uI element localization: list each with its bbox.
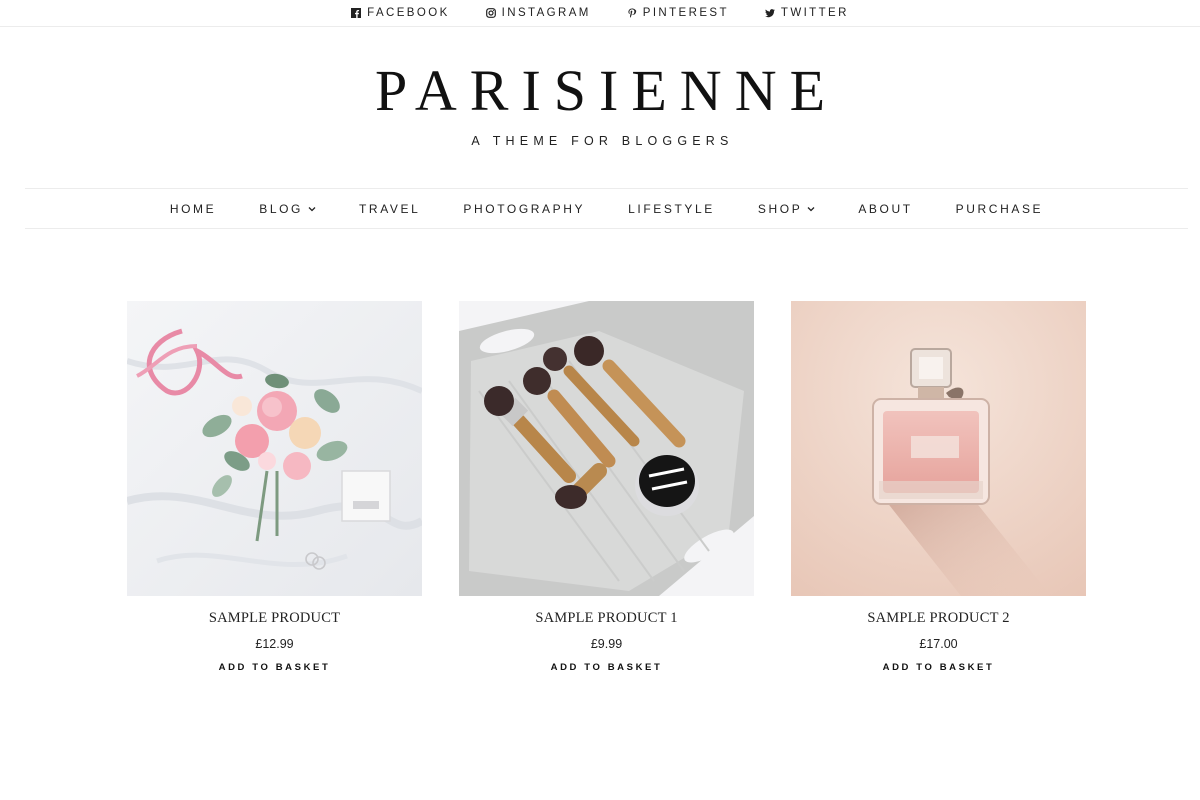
nav-item-blog[interactable]: BLOG: [259, 202, 316, 216]
product-price: £12.99: [255, 637, 294, 651]
product-card: SAMPLE PRODUCT £12.99 ADD TO BASKET: [127, 301, 422, 675]
perfume-bottle-photo[interactable]: [791, 301, 1086, 596]
nav-item-home[interactable]: HOME: [170, 202, 216, 216]
product-price: £17.00: [919, 637, 958, 651]
pinterest-icon: [628, 8, 636, 18]
add-to-basket-button[interactable]: ADD TO BASKET: [883, 662, 995, 673]
add-to-basket-button[interactable]: ADD TO BASKET: [219, 662, 331, 673]
social-label: INSTAGRAM: [501, 7, 591, 19]
flower-bouquet-photo[interactable]: [127, 301, 422, 596]
chevron-down-icon: [308, 206, 316, 211]
makeup-brushes-photo[interactable]: [459, 301, 754, 596]
product-card: SAMPLE PRODUCT 2 £17.00 ADD TO BASKET: [791, 301, 1086, 675]
nav-item-lifestyle[interactable]: LIFESTYLE: [628, 202, 715, 216]
social-label: PINTEREST: [642, 7, 729, 19]
instagram-icon: [485, 8, 496, 18]
facebook-icon: [351, 8, 362, 18]
nav-item-label: PURCHASE: [955, 201, 1044, 216]
nav-item-purchase[interactable]: PURCHASE: [956, 202, 1043, 216]
product-price: £9.99: [590, 637, 623, 651]
main-navigation: HOME BLOG TRAVEL PHOTOGRAPHY LIFESTYLE S…: [25, 188, 1188, 229]
nav-item-label: SHOP: [757, 201, 803, 216]
product-title[interactable]: SAMPLE PRODUCT 1: [459, 610, 754, 627]
add-to-basket-button[interactable]: ADD TO BASKET: [551, 662, 663, 673]
product-title[interactable]: SAMPLE PRODUCT: [127, 610, 422, 627]
chevron-down-icon: [807, 206, 815, 211]
social-bar: FACEBOOK INSTAGRAM PINTEREST TWITTER: [0, 0, 1200, 27]
site-branding: PARISIENNE A THEME FOR BLOGGERS: [0, 58, 1200, 148]
social-link-twitter[interactable]: TWITTER: [765, 7, 849, 19]
social-label: TWITTER: [780, 7, 849, 19]
twitter-icon: [765, 9, 775, 18]
nav-item-about[interactable]: ABOUT: [858, 202, 912, 216]
nav-item-label: PHOTOGRAPHY: [463, 201, 586, 216]
product-grid: SAMPLE PRODUCT £12.99 ADD TO BASKET SAMP…: [127, 301, 1086, 675]
nav-item-photography[interactable]: PHOTOGRAPHY: [463, 202, 585, 216]
site-title[interactable]: PARISIENNE: [0, 58, 1200, 124]
nav-item-label: LIFESTYLE: [628, 201, 715, 216]
product-title[interactable]: SAMPLE PRODUCT 2: [791, 610, 1086, 627]
social-label: FACEBOOK: [367, 7, 450, 19]
nav-item-label: BLOG: [259, 201, 303, 216]
social-link-instagram[interactable]: INSTAGRAM: [485, 7, 591, 19]
product-card: SAMPLE PRODUCT 1 £9.99 ADD TO BASKET: [459, 301, 754, 675]
social-link-pinterest[interactable]: PINTEREST: [627, 7, 729, 19]
nav-item-label: HOME: [169, 201, 217, 216]
site-tagline: A THEME FOR BLOGGERS: [471, 134, 734, 148]
social-link-facebook[interactable]: FACEBOOK: [351, 7, 449, 19]
nav-item-label: TRAVEL: [359, 201, 421, 216]
nav-item-travel[interactable]: TRAVEL: [359, 202, 420, 216]
nav-item-shop[interactable]: SHOP: [758, 202, 815, 216]
nav-item-label: ABOUT: [858, 201, 913, 216]
